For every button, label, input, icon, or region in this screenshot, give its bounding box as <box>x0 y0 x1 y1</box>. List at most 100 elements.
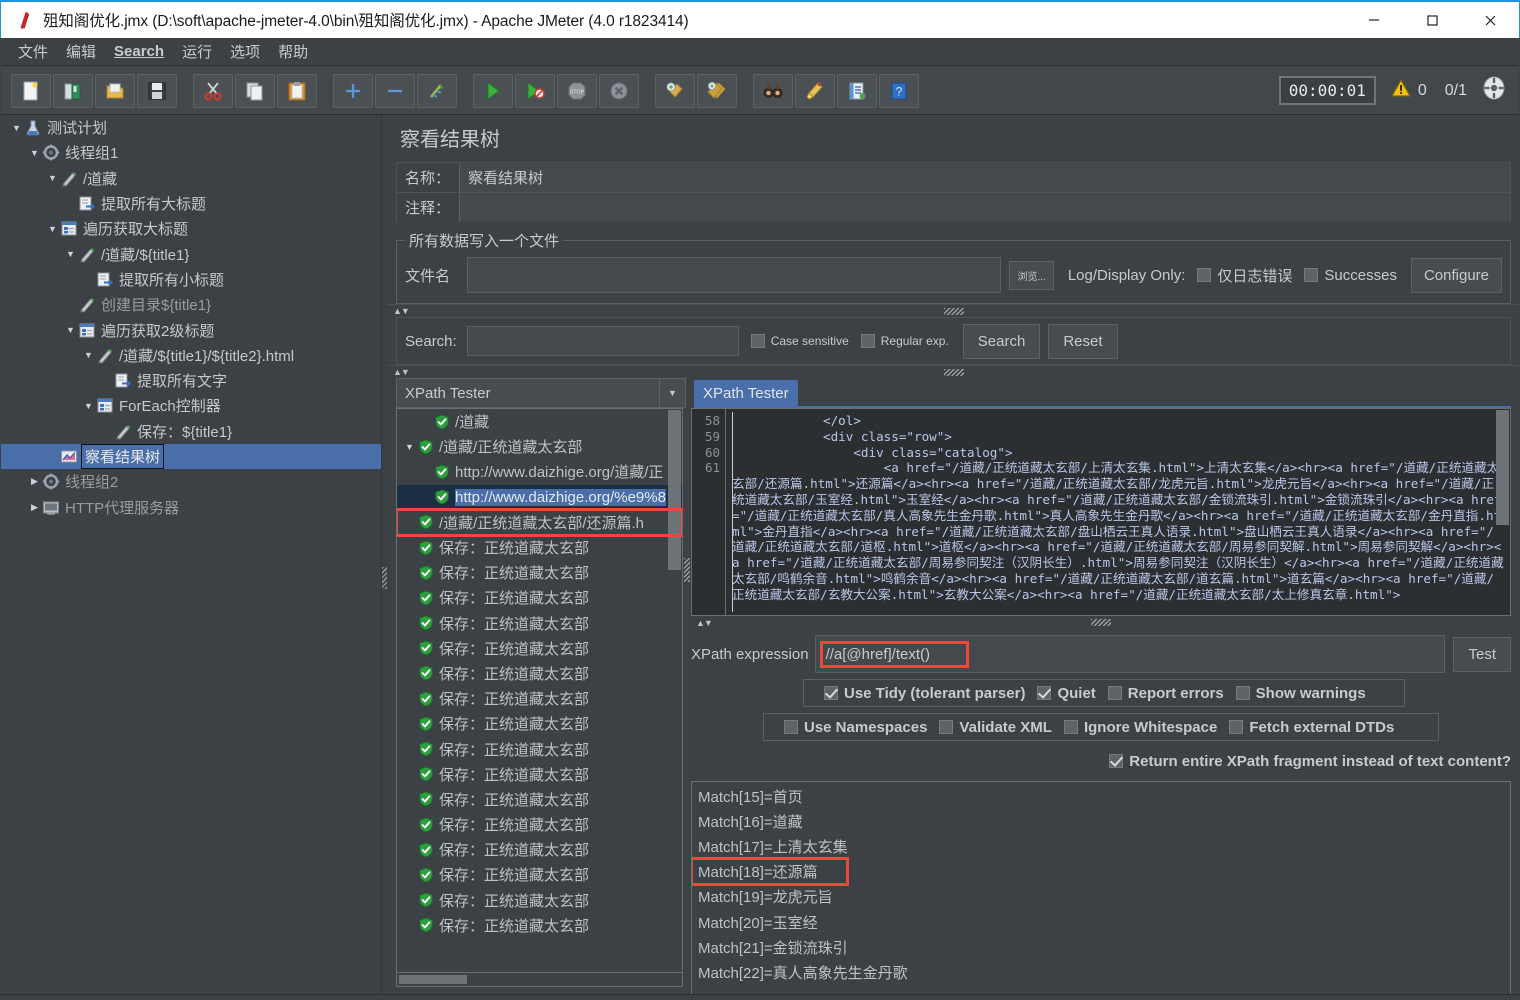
menu-run[interactable]: 运行 <box>173 38 221 65</box>
checkbox-box[interactable] <box>1235 686 1250 700</box>
search-submit-button[interactable]: Search <box>962 323 1041 359</box>
checkbox-box[interactable] <box>1109 754 1124 768</box>
sample-result-row[interactable]: 保存：正统道藏太玄部 <box>397 888 682 913</box>
checkbox-box[interactable] <box>939 720 954 734</box>
test-plan-tree[interactable]: ▼ 测试计划 ▼ 线程组1 ▼ /道藏 提取所有大标题 ▼ 遍历获取大标题 ▼ /道藏/${titl… <box>1 115 382 999</box>
xpath-expression-input[interactable]: //a[@href]/text() <box>814 635 1446 673</box>
sash-collapse-arrows[interactable]: ▲▼ <box>393 367 410 377</box>
sample-result-row[interactable]: 保存：正统道藏太玄部 <box>397 762 682 787</box>
source-vertical-scrollbar[interactable] <box>1496 410 1509 525</box>
results-horizontal-scrollbar[interactable] <box>396 973 683 987</box>
ignore-whitespace-checkbox[interactable]: Ignore Whitespace <box>1063 719 1217 736</box>
expand-arrow-closed-icon[interactable]: ▶ <box>27 502 42 513</box>
tree-node-10[interactable]: 提取所有文字 <box>1 368 381 393</box>
validate-xml-checkbox[interactable]: Validate XML <box>939 719 1052 736</box>
sample-result-row[interactable]: 保存：正统道藏太玄部 <box>397 787 682 812</box>
lower-splitter[interactable] <box>683 408 691 999</box>
sample-result-row[interactable]: 保存：正统道藏太玄部 <box>397 711 682 736</box>
expand-arrow-open-icon[interactable]: ▼ <box>45 224 60 234</box>
sample-result-row[interactable]: 保存：正统道藏太玄部 <box>397 585 682 610</box>
expand-arrow-closed-icon[interactable]: ▶ <box>27 476 42 487</box>
sash-lower[interactable]: ▲▼ <box>388 365 1519 378</box>
fetch-dtds-checkbox[interactable]: Fetch external DTDs <box>1229 719 1394 736</box>
sample-result-row[interactable]: 保存：正统道藏太玄部 <box>397 535 682 560</box>
checkbox-box[interactable] <box>784 720 798 734</box>
response-source-viewer[interactable]: 58 59 60 61 </ol> <div class="row"> <div… <box>691 408 1511 616</box>
sample-result-row[interactable]: 保存：正统道藏太玄部 <box>397 611 682 636</box>
copy-button[interactable] <box>235 73 275 108</box>
renderer-select[interactable]: XPath Tester ▼ <box>396 378 686 408</box>
sash-source[interactable]: ▲▼ <box>691 616 1511 629</box>
tree-node-5[interactable]: ▼ /道藏/${title1} <box>1 241 381 266</box>
function-helper-button[interactable] <box>837 73 877 108</box>
expand-arrow-open-icon[interactable]: ▼ <box>9 123 24 133</box>
successes-checkbox[interactable]: Successes <box>1304 267 1397 284</box>
quiet-checkbox[interactable]: Quiet <box>1037 685 1096 702</box>
minimize-button[interactable] <box>1345 2 1403 38</box>
sample-result-row[interactable]: 保存：正统道藏太玄部 <box>397 812 682 837</box>
menu-file[interactable]: 文件 <box>9 38 57 65</box>
checkbox-box[interactable] <box>860 334 875 348</box>
tree-node-15[interactable]: ▶ HTTP代理服务器 <box>1 494 381 519</box>
expand-arrow-open-icon[interactable]: ▼ <box>81 350 96 360</box>
checkbox-box[interactable] <box>1197 268 1212 282</box>
sample-result-row[interactable]: http://www.daizhige.org/道藏/正 <box>397 459 682 484</box>
sample-result-row[interactable]: /道藏 <box>397 409 682 434</box>
test-button[interactable]: Test <box>1453 636 1511 672</box>
results-vertical-scrollbar[interactable] <box>668 410 681 570</box>
scrollbar-thumb[interactable] <box>399 975 467 984</box>
checkbox-box[interactable] <box>824 686 838 700</box>
clear-all-button[interactable] <box>697 73 737 108</box>
response-source-text[interactable]: </ol> <div class="row"> <div class="cata… <box>726 409 1510 615</box>
configure-button[interactable]: Configure <box>1410 257 1502 293</box>
toggle-button[interactable] <box>417 73 457 108</box>
paste-button[interactable] <box>277 73 317 108</box>
return-fragment-checkbox[interactable]: Return entire XPath fragment instead of … <box>1109 753 1511 770</box>
menu-search[interactable]: Search <box>105 40 173 63</box>
search-input[interactable] <box>466 326 739 356</box>
expand-arrow-open-icon[interactable]: ▼ <box>45 173 60 183</box>
tree-node-4[interactable]: ▼ 遍历获取大标题 <box>1 216 381 241</box>
checkbox-box[interactable] <box>1063 720 1078 734</box>
name-input[interactable]: 察看结果树 <box>459 163 1510 192</box>
tree-node-12[interactable]: 保存：${title1} <box>1 419 381 444</box>
chevron-down-icon[interactable]: ▼ <box>659 379 685 407</box>
expand-arrow-open-icon[interactable]: ▼ <box>401 442 418 452</box>
open-button[interactable] <box>95 73 135 108</box>
remote-engines-icon[interactable] <box>1481 75 1507 106</box>
sample-result-row[interactable]: 保存：正统道藏太玄部 <box>397 913 682 938</box>
cut-button[interactable] <box>193 73 233 108</box>
sample-result-row[interactable]: /道藏/正统道藏太玄部/还源篇.h <box>397 507 682 537</box>
sample-result-row[interactable]: 保存：正统道藏太玄部 <box>397 862 682 887</box>
start-button[interactable] <box>473 73 513 108</box>
match-row[interactable]: Match[22]=真人高象先生金丹歌 <box>692 960 1510 985</box>
sample-result-row[interactable]: 保存：正统道藏太玄部 <box>397 686 682 711</box>
match-row[interactable]: Match[18]=还源篇 <box>692 857 849 887</box>
checkbox-box[interactable] <box>1229 720 1244 734</box>
errors-only-checkbox[interactable]: 仅日志错误 <box>1197 265 1292 286</box>
stop-button[interactable]: STOP <box>557 73 597 108</box>
match-row[interactable]: Match[15]=首页 <box>692 784 1510 809</box>
menu-edit[interactable]: 编辑 <box>57 38 105 65</box>
checkbox-box[interactable] <box>1107 686 1122 700</box>
sample-result-row[interactable]: 保存：正统道藏太玄部 <box>397 837 682 862</box>
menu-options[interactable]: 选项 <box>221 38 269 65</box>
sash-grip[interactable] <box>943 307 964 315</box>
save-button[interactable] <box>137 73 177 108</box>
sample-result-row[interactable]: 保存：正统道藏太玄部 <box>397 736 682 761</box>
tree-node-13[interactable]: 察看结果树 <box>1 443 381 470</box>
show-warnings-checkbox[interactable]: Show warnings <box>1235 685 1366 702</box>
sample-result-row[interactable]: ▼ /道藏/正统道藏太玄部 <box>397 434 682 459</box>
expand-arrow-open-icon[interactable]: ▼ <box>27 148 42 158</box>
checkbox-box[interactable] <box>1304 268 1319 282</box>
case-sensitive-checkbox[interactable]: Case sensitive <box>750 334 849 348</box>
tree-node-11[interactable]: ▼ ForEach控制器 <box>1 393 381 418</box>
tree-splitter[interactable] <box>382 115 387 999</box>
tab-xpath-tester[interactable]: XPath Tester <box>694 380 798 406</box>
browse-button[interactable]: 浏览... <box>1009 260 1054 290</box>
tree-node-1[interactable]: ▼ 线程组1 <box>1 140 381 165</box>
splitter-grip[interactable] <box>684 558 690 582</box>
sample-result-row[interactable]: 保存：正统道藏太玄部 <box>397 560 682 585</box>
reset-button[interactable]: Reset <box>1048 323 1118 359</box>
clear-button[interactable] <box>655 73 695 108</box>
